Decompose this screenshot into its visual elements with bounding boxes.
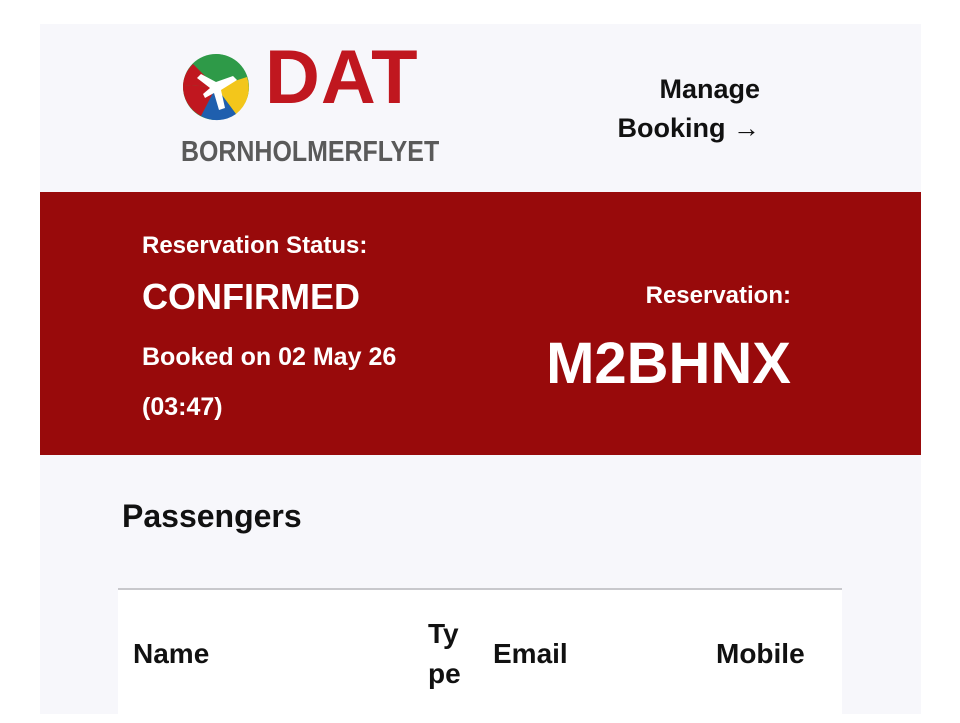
reservation-status-label: Reservation Status: — [142, 232, 368, 259]
logo-subtitle: BORNHOLMERFLYET — [181, 136, 440, 168]
reservation-banner: Reservation Status: CONFIRMED Booked on … — [40, 192, 921, 455]
manage-booking-label-line2: Booking — [617, 113, 726, 143]
dat-logo: DAT BORNHOLMERFLYET — [181, 40, 439, 170]
passengers-table: Name Ty pe Email Mobile — [118, 588, 842, 714]
reservation-status-value: CONFIRMED — [142, 276, 360, 317]
reservation-code: M2BHNX — [546, 331, 791, 396]
dat-logo-icon — [182, 54, 249, 121]
manage-booking-link[interactable]: Manage Booking → — [600, 70, 760, 148]
booked-on-date: Booked on 02 May 26 (03:47) — [142, 343, 397, 421]
manage-booking-label-line1: Manage — [659, 74, 760, 104]
passengers-heading: Passengers — [122, 498, 302, 534]
booking-confirmation-page: DAT BORNHOLMERFLYET Manage Booking → Res… — [40, 24, 921, 714]
logo-wordmark: DAT — [265, 35, 419, 120]
column-header-type-line2: pe — [428, 658, 461, 689]
arrow-right-icon: → — [733, 113, 760, 143]
column-header-type: Ty pe — [428, 614, 468, 694]
column-header-mobile: Mobile — [716, 638, 805, 669]
column-header-type-line1: Ty — [428, 618, 459, 649]
reservation-code-label: Reservation: — [645, 282, 791, 309]
column-header-name: Name — [133, 638, 210, 669]
column-header-email: Email — [493, 638, 568, 669]
header: DAT BORNHOLMERFLYET Manage Booking → — [40, 24, 921, 192]
